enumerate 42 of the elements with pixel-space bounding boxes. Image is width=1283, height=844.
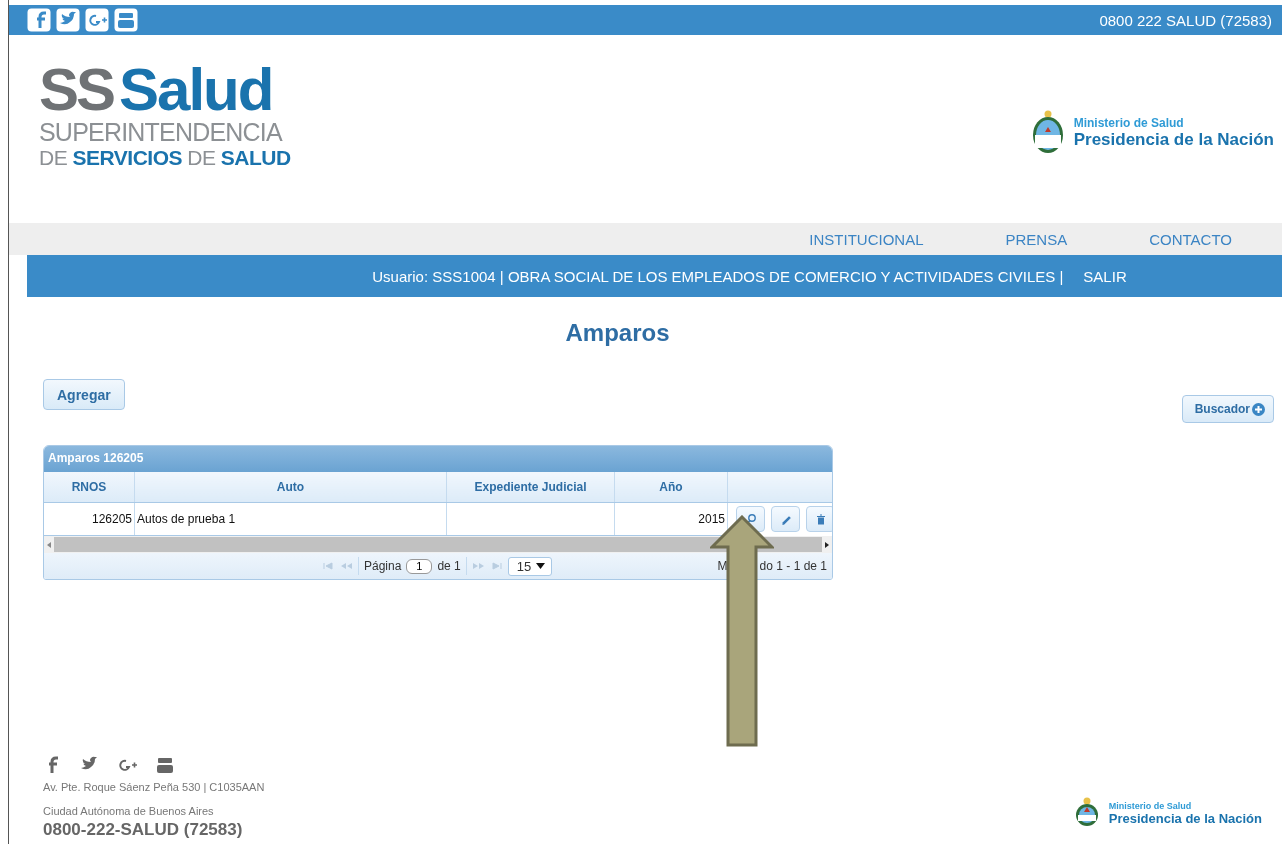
nav-link[interactable]: PRENSA bbox=[1005, 230, 1068, 248]
page-size-select[interactable]: 15 bbox=[507, 556, 553, 576]
column-header[interactable]: RNOS bbox=[44, 472, 135, 503]
government-name: Presidencia de la Nación bbox=[1108, 810, 1262, 826]
page-count: de 1 bbox=[437, 559, 461, 573]
caret-icon bbox=[536, 562, 546, 570]
ministry-name: Ministerio de Salud bbox=[1108, 800, 1193, 811]
record-count: do 1 - 1 de 1 bbox=[759, 559, 827, 573]
delete-button[interactable] bbox=[806, 506, 832, 532]
trash-icon bbox=[814, 512, 827, 526]
table-cell: 126205 bbox=[44, 502, 135, 536]
edit-button[interactable] bbox=[771, 506, 800, 532]
logout-link[interactable]: SALIR bbox=[1083, 267, 1127, 285]
column-header[interactable]: Auto bbox=[134, 472, 447, 503]
logo-mark: SS bbox=[39, 61, 115, 119]
page-input[interactable]: 1 bbox=[406, 558, 433, 574]
user-info: Usuario: SSS1004 | OBRA SOCIAL DE LOS EMPLEADOS DE COMERCIO Y ACTIVIDADES CIVILES | bbox=[372, 267, 1064, 285]
address: Av. Pte. Roque Sáenz Peña 530 | C1035AAN bbox=[43, 781, 265, 793]
government-name: Presidencia de la Nación bbox=[1073, 130, 1274, 150]
bird-icon[interactable] bbox=[56, 8, 80, 32]
page-title: Amparos bbox=[564, 319, 671, 347]
nav-link[interactable]: CONTACTO bbox=[1149, 230, 1232, 248]
grid-caption: Amparos 126205 bbox=[44, 446, 832, 472]
nav-link[interactable]: INSTITUCIONAL bbox=[809, 230, 924, 248]
facebook-icon[interactable] bbox=[27, 8, 51, 32]
page-label: Página bbox=[364, 559, 402, 573]
logo-subtitle: SUPERINTENDENCIA bbox=[39, 119, 284, 145]
city: Ciudad Autónoma de Buenos Aires bbox=[43, 805, 215, 817]
video-icon[interactable] bbox=[114, 8, 138, 32]
logo-name: Salud bbox=[119, 61, 273, 119]
ministry-name: Ministerio de Salud bbox=[1073, 116, 1185, 130]
logo-subtitle: DE SERVICIOS DE SALUD bbox=[39, 145, 291, 171]
search-button[interactable]: Buscador bbox=[1181, 395, 1274, 423]
column-header[interactable]: Expediente Judicial bbox=[446, 472, 615, 503]
plus-icon bbox=[1252, 402, 1265, 416]
google-plus-icon[interactable] bbox=[85, 8, 109, 32]
table-cell: Autos de prueba 1 bbox=[134, 502, 447, 536]
record-count: M bbox=[717, 559, 728, 573]
phone-number: 0800 222 SALUD (72583) bbox=[1099, 11, 1272, 29]
add-button[interactable]: Agregar bbox=[43, 379, 125, 410]
column-header[interactable]: Año bbox=[614, 472, 728, 503]
phone-number: 0800-222-SALUD (72583) bbox=[43, 820, 244, 840]
